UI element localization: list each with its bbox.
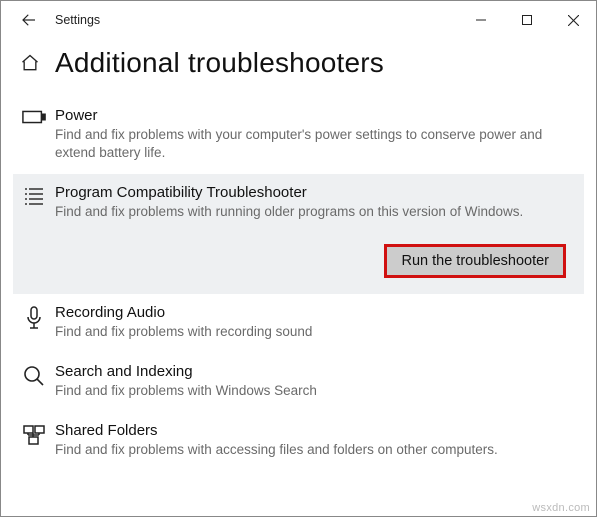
battery-icon xyxy=(22,109,46,125)
window-controls xyxy=(458,5,596,35)
microphone-icon xyxy=(24,306,44,330)
watermark: wsxdn.com xyxy=(532,502,590,514)
troubleshooter-desc: Find and fix problems with running older… xyxy=(55,203,566,221)
minimize-button[interactable] xyxy=(458,5,504,35)
troubleshooter-item-shared-folders[interactable]: Shared Folders Find and fix problems wit… xyxy=(13,412,584,471)
compatibility-icon xyxy=(23,186,45,206)
troubleshooter-desc: Find and fix problems with recording sou… xyxy=(55,323,566,341)
window-title: Settings xyxy=(55,13,100,27)
page-title: Additional troubleshooters xyxy=(55,47,384,79)
troubleshooter-name: Shared Folders xyxy=(55,422,566,439)
troubleshooter-item-program-compatibility[interactable]: Program Compatibility Troubleshooter Fin… xyxy=(13,174,584,293)
troubleshooter-name: Power xyxy=(55,107,566,124)
troubleshooter-name: Program Compatibility Troubleshooter xyxy=(55,184,566,201)
troubleshooter-name: Search and Indexing xyxy=(55,363,566,380)
home-icon[interactable] xyxy=(19,52,41,74)
troubleshooter-item-recording-audio[interactable]: Recording Audio Find and fix problems wi… xyxy=(13,294,584,353)
titlebar: Settings xyxy=(1,1,596,39)
maximize-button[interactable] xyxy=(504,5,550,35)
troubleshooter-desc: Find and fix problems with your computer… xyxy=(55,126,566,162)
troubleshooter-desc: Find and fix problems with accessing fil… xyxy=(55,441,566,459)
troubleshooter-list: Power Find and fix problems with your co… xyxy=(1,97,596,471)
troubleshooter-item-search-indexing[interactable]: Search and Indexing Find and fix problem… xyxy=(13,353,584,412)
close-button[interactable] xyxy=(550,5,596,35)
troubleshooter-desc: Find and fix problems with Windows Searc… xyxy=(55,382,566,400)
troubleshooter-item-power[interactable]: Power Find and fix problems with your co… xyxy=(13,97,584,174)
troubleshooter-name: Recording Audio xyxy=(55,304,566,321)
back-button[interactable] xyxy=(11,2,47,38)
page-header: Additional troubleshooters xyxy=(1,39,596,97)
run-troubleshooter-button[interactable]: Run the troubleshooter xyxy=(384,244,566,278)
shared-folders-icon xyxy=(23,424,45,446)
search-icon xyxy=(23,365,45,387)
